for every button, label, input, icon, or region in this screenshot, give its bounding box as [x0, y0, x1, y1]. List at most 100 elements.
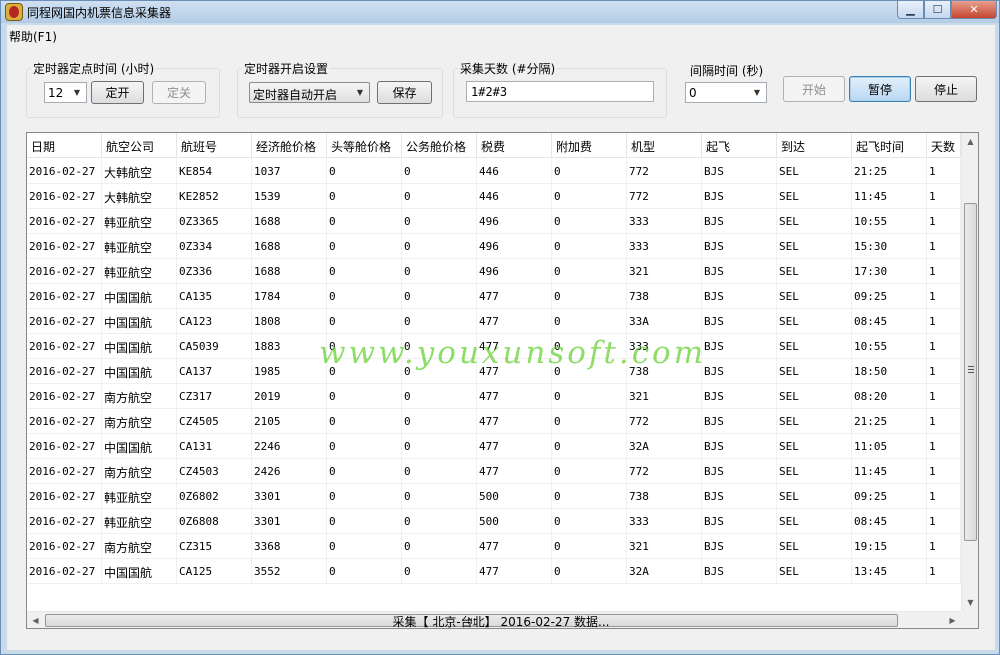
table-cell: 0Z6808: [177, 509, 252, 534]
app-window: 同程网国内机票信息采集器 ▁ ☐ ✕ 帮助(F1) 定时器定点时间 (小时) 1…: [0, 0, 1000, 655]
close-icon: ✕: [969, 3, 979, 16]
table-cell: 0Z334: [177, 234, 252, 259]
table-cell: 09:25: [852, 284, 927, 309]
column-header[interactable]: 起飞时间: [852, 133, 927, 158]
minimize-icon: ▁: [906, 3, 915, 16]
table-cell: 1: [927, 384, 961, 409]
collect-days-field[interactable]: [467, 82, 653, 101]
table-cell: 477: [477, 359, 552, 384]
save-button[interactable]: 保存: [377, 81, 432, 104]
column-header[interactable]: 到达: [777, 133, 852, 158]
column-header[interactable]: 经济舱价格: [252, 133, 327, 158]
table-cell: 496: [477, 259, 552, 284]
table-cell: 3301: [252, 509, 327, 534]
table-row[interactable]: 2016-02-27 韩亚航空 0Z3365 1688 0 0 496 0 333 BJS SEL 1…: [27, 209, 961, 234]
table-cell: 中国国航: [102, 334, 177, 359]
table-cell: 0: [402, 459, 477, 484]
column-header[interactable]: 日期: [27, 133, 102, 158]
table-row[interactable]: 2016-02-27 中国国航 CA131 2246 0 0 477 0 32A BJS SEL 11…: [27, 434, 961, 459]
column-header[interactable]: 附加费: [552, 133, 627, 158]
table-row[interactable]: 2016-02-27 南方航空 CZ4503 2426 0 0 477 0 772 BJS SEL 1…: [27, 459, 961, 484]
table-cell: 3368: [252, 534, 327, 559]
status-text: 采集【 北京-台北】 2016-02-27 数据...: [392, 615, 610, 629]
start-button[interactable]: 开始: [783, 76, 845, 102]
table-cell: 1: [927, 159, 961, 184]
table-cell: 0: [402, 359, 477, 384]
column-header[interactable]: 税费: [477, 133, 552, 158]
table-cell: 1: [927, 359, 961, 384]
table-cell: SEL: [777, 159, 852, 184]
timer-off-button[interactable]: 定关: [152, 81, 206, 104]
table-row[interactable]: 2016-02-27 韩亚航空 0Z6802 3301 0 0 500 0 738 BJS SEL 0…: [27, 484, 961, 509]
table-cell: 321: [627, 534, 702, 559]
table-cell: 0: [552, 434, 627, 459]
menu-help[interactable]: 帮助(F1): [7, 28, 59, 45]
table-cell: 0: [327, 184, 402, 209]
column-header[interactable]: 航空公司: [102, 133, 177, 158]
scroll-down-icon[interactable]: ▼: [962, 594, 978, 611]
table-row[interactable]: 2016-02-27 中国国航 CA123 1808 0 0 477 0 33A BJS SEL 08…: [27, 309, 961, 334]
table-cell: 496: [477, 209, 552, 234]
table-row[interactable]: 2016-02-27 南方航空 CZ317 2019 0 0 477 0 321 BJS SEL 08…: [27, 384, 961, 409]
table-cell: 15:30: [852, 234, 927, 259]
table-cell: 0: [552, 559, 627, 584]
flight-table[interactable]: 日期 航空公司 航班号 经济舱价格 头等舱价格 公务舱价格 税费 附加费 机型 起飞 到达 起飞时间天…: [26, 132, 979, 629]
pause-button[interactable]: 暂停: [849, 76, 911, 102]
column-header[interactable]: 公务舱价格: [402, 133, 477, 158]
column-header[interactable]: 头等舱价格: [327, 133, 402, 158]
table-row[interactable]: 2016-02-27 中国国航 CA135 1784 0 0 477 0 738 BJS SEL 09…: [27, 284, 961, 309]
vertical-scroll-thumb[interactable]: [964, 203, 977, 541]
table-cell: 11:45: [852, 184, 927, 209]
table-cell: 0: [402, 534, 477, 559]
table-cell: 2016-02-27: [27, 559, 102, 584]
table-cell: 0: [327, 309, 402, 334]
table-row[interactable]: 2016-02-27 中国国航 CA137 1985 0 0 477 0 738 BJS SEL 18…: [27, 359, 961, 384]
vertical-scrollbar[interactable]: ▲ ▼: [961, 133, 978, 611]
table-cell: SEL: [777, 509, 852, 534]
table-cell: 0: [327, 559, 402, 584]
interval-select[interactable]: 0 ▼: [685, 82, 767, 103]
minimize-button[interactable]: ▁: [897, 1, 924, 19]
close-button[interactable]: ✕: [951, 1, 997, 19]
table-cell: 0: [327, 534, 402, 559]
table-row[interactable]: 2016-02-27 韩亚航空 0Z6808 3301 0 0 500 0 333 BJS SEL 0…: [27, 509, 961, 534]
table-cell: 2016-02-27: [27, 384, 102, 409]
table-cell: 0: [402, 159, 477, 184]
column-header[interactable]: 天数: [927, 133, 961, 158]
column-header[interactable]: 机型: [627, 133, 702, 158]
title-bar[interactable]: 同程网国内机票信息采集器 ▁ ☐ ✕: [1, 1, 999, 23]
table-cell: SEL: [777, 534, 852, 559]
table-row[interactable]: 2016-02-27 中国国航 CA125 3552 0 0 477 0 32A BJS SEL 13…: [27, 559, 961, 584]
table-cell: 2016-02-27: [27, 359, 102, 384]
maximize-button[interactable]: ☐: [924, 1, 951, 19]
table-cell: 0: [402, 284, 477, 309]
stop-button[interactable]: 停止: [915, 76, 977, 102]
table-cell: 0: [552, 484, 627, 509]
table-row[interactable]: 2016-02-27 韩亚航空 0Z334 1688 0 0 496 0 333 BJS SEL 15…: [27, 234, 961, 259]
table-cell: BJS: [702, 409, 777, 434]
table-cell: 2016-02-27: [27, 409, 102, 434]
hour-select[interactable]: 12 ▼: [44, 82, 87, 103]
table-cell: 1: [927, 284, 961, 309]
table-row[interactable]: 2016-02-27 中国国航 CA5039 1883 0 0 477 0 333 BJS SEL 1…: [27, 334, 961, 359]
table-cell: 2016-02-27: [27, 434, 102, 459]
column-header[interactable]: 航班号: [177, 133, 252, 158]
table-cell: 772: [627, 159, 702, 184]
table-cell: 中国国航: [102, 309, 177, 334]
column-header[interactable]: 起飞: [702, 133, 777, 158]
table-cell: 2016-02-27: [27, 459, 102, 484]
collect-days-input[interactable]: [466, 81, 654, 102]
table-cell: 17:30: [852, 259, 927, 284]
table-cell: 0: [402, 559, 477, 584]
table-row[interactable]: 2016-02-27 大韩航空 KE854 1037 0 0 446 0 772 BJS SEL 21…: [27, 159, 961, 184]
timer-on-button[interactable]: 定开: [91, 81, 144, 104]
table-row[interactable]: 2016-02-27 韩亚航空 0Z336 1688 0 0 496 0 321 BJS SEL 17…: [27, 259, 961, 284]
table-row[interactable]: 2016-02-27 大韩航空 KE2852 1539 0 0 446 0 772 BJS SEL 1…: [27, 184, 961, 209]
timer-mode-select[interactable]: 定时器自动开启 ▼: [249, 82, 370, 103]
table-cell: 10:55: [852, 334, 927, 359]
table-row[interactable]: 2016-02-27 南方航空 CZ4505 2105 0 0 477 0 772 BJS SEL 2…: [27, 409, 961, 434]
table-cell: CA135: [177, 284, 252, 309]
scroll-up-icon[interactable]: ▲: [962, 133, 978, 150]
interval-value: 0: [689, 86, 697, 100]
table-row[interactable]: 2016-02-27 南方航空 CZ315 3368 0 0 477 0 321 BJS SEL 19…: [27, 534, 961, 559]
